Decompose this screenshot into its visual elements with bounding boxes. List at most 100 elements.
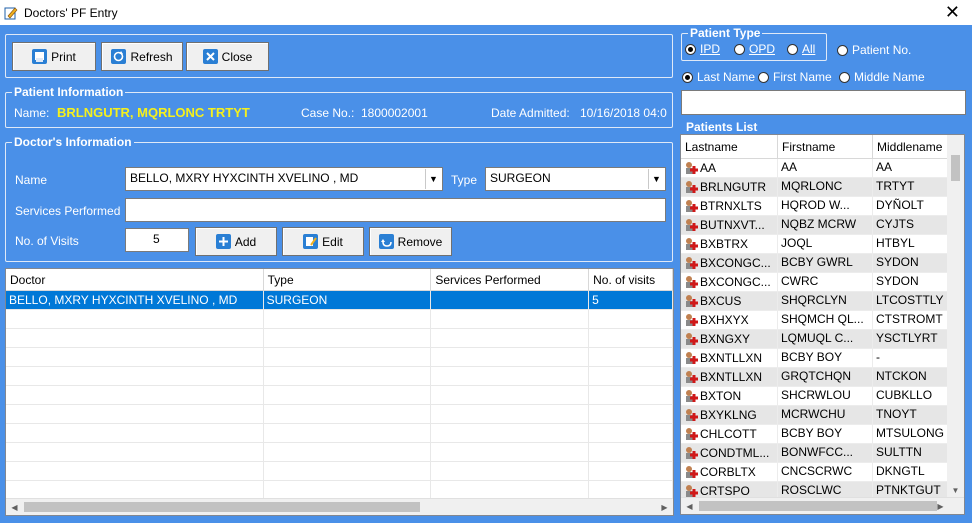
list-item[interactable]: CHLCOTT BCBY BOY MTSULONG	[681, 425, 949, 444]
radio-dot[interactable]	[837, 44, 848, 56]
window-close-icon[interactable]: ✕	[945, 2, 960, 22]
patients-grid-vscroll[interactable]: ▼	[947, 135, 964, 499]
radio-dot[interactable]	[682, 71, 693, 83]
radio-first-name[interactable]: First Name	[758, 70, 832, 84]
radio-dot[interactable]	[734, 43, 745, 55]
radio-dot[interactable]	[839, 71, 850, 83]
lastname-text: CRTSPO	[700, 484, 750, 498]
list-item[interactable]: BXYKLNG MCRWCHU TNOYT	[681, 406, 949, 425]
patient-cross-icon	[684, 180, 698, 194]
edit-label: Edit	[322, 234, 343, 249]
radio-dot[interactable]	[787, 43, 798, 55]
col-header-firstname[interactable]: Firstname	[778, 135, 873, 159]
patient-cross-icon	[684, 408, 698, 422]
list-item[interactable]: BXNTLLXN BCBY BOY -	[681, 349, 949, 368]
empty-cell	[264, 443, 432, 461]
radio-last-name[interactable]: Last Name	[682, 70, 755, 84]
cell-firstname: CWRC	[778, 273, 873, 292]
empty-cell	[589, 329, 673, 347]
list-item[interactable]: BXTON SHCRWLOU CUBKLLO	[681, 387, 949, 406]
table-row-empty[interactable]	[6, 348, 673, 367]
list-item[interactable]: BXCONGC... BCBY GWRL SYDON	[681, 254, 949, 273]
scroll-thumb[interactable]	[699, 501, 937, 511]
empty-cell	[6, 367, 264, 385]
list-item[interactable]: BUTNXVT... NQBZ MCRW CYJTS	[681, 216, 949, 235]
table-row-empty[interactable]	[6, 424, 673, 443]
cell-firstname: SHQMCH QL...	[778, 311, 873, 330]
scroll-right-icon[interactable]: ▶	[932, 498, 949, 514]
scroll-thumb[interactable]	[24, 502, 420, 512]
scroll-left-icon[interactable]: ◀	[6, 499, 23, 515]
list-item[interactable]: CONDTML... BONWFCC... SULTTN	[681, 444, 949, 463]
cell-middlename: AA	[873, 159, 949, 178]
cell-lastname: BUTNXVT...	[681, 216, 778, 235]
list-item[interactable]: BXHXYX SHQMCH QL... CTSTROMT	[681, 311, 949, 330]
cell-lastname: BXBTRX	[681, 235, 778, 254]
list-item[interactable]: BXCONGC... CWRC SYDON	[681, 273, 949, 292]
table-row-empty[interactable]	[6, 386, 673, 405]
col-header-services[interactable]: Services Performed	[431, 269, 590, 290]
services-input[interactable]	[125, 198, 666, 222]
empty-cell	[6, 462, 264, 480]
list-item[interactable]: BXNGXY LQMUQL C... YSCTLYRT	[681, 330, 949, 349]
scroll-right-icon[interactable]: ▶	[656, 499, 673, 515]
scroll-left-icon[interactable]: ◀	[681, 498, 698, 514]
doctor-grid[interactable]: Doctor Type Services Performed No. of vi…	[5, 268, 674, 516]
print-button[interactable]: Print	[12, 42, 96, 71]
radio-patient-no[interactable]: Patient No.	[837, 43, 911, 57]
edit-button[interactable]: Edit	[282, 227, 364, 256]
close-button[interactable]: Close	[186, 42, 269, 71]
refresh-icon	[111, 49, 127, 64]
app-edit-icon	[4, 6, 18, 20]
col-header-middlename[interactable]: Middlename	[873, 135, 949, 159]
list-item[interactable]: BTRNXLTS HQROD W... DYÑOLT	[681, 197, 949, 216]
chevron-down-icon[interactable]: ▼	[648, 169, 664, 189]
doctor-grid-hscroll[interactable]: ◀ ▶	[6, 498, 673, 515]
patients-grid-header: Lastname Firstname Middlename	[681, 135, 964, 159]
radio-all[interactable]: All	[787, 42, 815, 56]
radio-opd[interactable]: OPD	[734, 42, 775, 56]
empty-cell	[431, 310, 590, 328]
cell-lastname: BXCONGC...	[681, 254, 778, 273]
radio-dot[interactable]	[685, 43, 696, 55]
lastname-text: BXNGXY	[700, 332, 751, 346]
table-row-empty[interactable]	[6, 310, 673, 329]
radio-middle-name[interactable]: Middle Name	[839, 70, 925, 84]
scroll-thumb[interactable]	[951, 155, 960, 181]
cell-middlename: SYDON	[873, 254, 949, 273]
col-header-visits[interactable]: No. of visits	[589, 269, 673, 290]
lastname-text: BRLNGUTR	[700, 180, 767, 194]
list-item[interactable]: BXBTRX JOQL HTBYL	[681, 235, 949, 254]
radio-dot[interactable]	[758, 71, 769, 83]
list-item[interactable]: BXCUS SHQRCLYN LTCOSTTLY	[681, 292, 949, 311]
remove-button[interactable]: Remove	[369, 227, 452, 256]
add-button[interactable]: Add	[195, 227, 277, 256]
table-row-empty[interactable]	[6, 329, 673, 348]
col-header-lastname[interactable]: Lastname	[681, 135, 778, 159]
table-row-empty[interactable]	[6, 405, 673, 424]
table-row-empty[interactable]	[6, 462, 673, 481]
empty-cell	[6, 481, 264, 499]
patients-grid-hscroll[interactable]: ◀ ▶	[681, 497, 964, 514]
cell-middlename: DYÑOLT	[873, 197, 949, 216]
empty-cell	[6, 310, 264, 328]
type-select[interactable]: SURGEON ▼	[485, 167, 666, 191]
col-header-type[interactable]: Type	[264, 269, 432, 290]
table-row-empty[interactable]	[6, 443, 673, 462]
patients-grid[interactable]: Lastname Firstname Middlename AA AA AA BRLN…	[680, 134, 965, 515]
list-item[interactable]: AA AA AA	[681, 159, 949, 178]
search-input[interactable]	[681, 90, 966, 115]
empty-cell	[589, 405, 673, 423]
table-row-empty[interactable]	[6, 367, 673, 386]
doctor-name-select[interactable]: BELLO, MXRY HYXCINTH XVELINO , MD ▼	[125, 167, 443, 191]
chevron-down-icon[interactable]: ▼	[425, 169, 441, 189]
refresh-button[interactable]: Refresh	[101, 42, 183, 71]
table-row[interactable]: BELLO, MXRY HYXCINTH XVELINO , MD SURGEO…	[6, 291, 673, 310]
empty-cell	[6, 348, 264, 366]
list-item[interactable]: CORBLTX CNCSCRWC DKNGTL	[681, 463, 949, 482]
list-item[interactable]: BRLNGUTR MQRLONC TRTYT	[681, 178, 949, 197]
col-header-doctor[interactable]: Doctor	[6, 269, 264, 290]
list-item[interactable]: BXNTLLXN GRQTCHQN NTCKON	[681, 368, 949, 387]
visits-input[interactable]: 5	[125, 228, 189, 252]
radio-ipd[interactable]: IPD	[685, 42, 720, 56]
